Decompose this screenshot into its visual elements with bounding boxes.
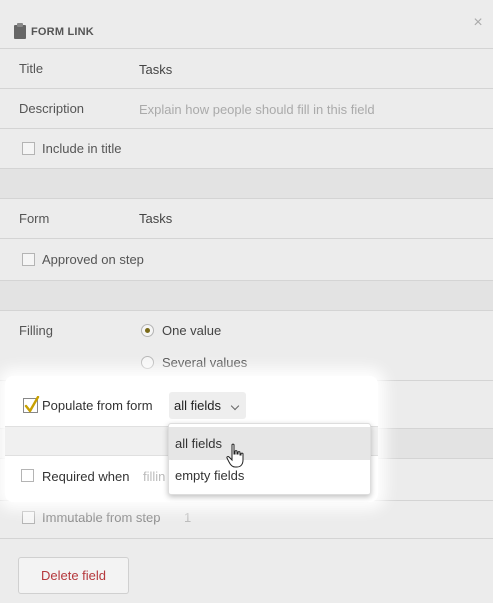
include-in-title-label: Include in title — [42, 141, 122, 156]
several-values-label: Several values — [162, 355, 248, 370]
highlighted-region: Populate from form all fields Required w… — [5, 376, 378, 502]
approved-on-step-label: Approved on step — [42, 252, 144, 267]
dialog-title: FORM LINK — [31, 26, 94, 38]
include-in-title-row: Include in title — [0, 128, 493, 168]
populate-mode-value: all fields — [174, 398, 221, 413]
approved-on-step-checkbox[interactable] — [22, 253, 35, 266]
filling-row: Filling One value Several values — [0, 310, 493, 380]
chevron-down-icon — [230, 401, 240, 411]
required-when-checkbox[interactable] — [21, 469, 34, 482]
include-in-title-checkbox[interactable] — [22, 142, 35, 155]
required-when-label: Required when — [42, 469, 130, 484]
immutable-from-step-checkbox[interactable] — [22, 511, 35, 524]
immutable-from-step-row: Immutable from step 1 — [0, 500, 493, 538]
delete-field-button[interactable]: Delete field — [18, 557, 129, 594]
one-value-radio[interactable] — [141, 324, 154, 337]
form-row: Form Tasks — [0, 198, 493, 238]
populate-mode-select[interactable]: all fields — [169, 392, 246, 419]
filling-label: Filling — [19, 323, 53, 338]
title-label: Title — [19, 61, 44, 76]
dropdown-option-all-fields[interactable]: all fields — [169, 427, 370, 460]
populate-from-form-label: Populate from form — [42, 398, 153, 413]
immutable-from-step-label: Immutable from step — [42, 510, 161, 525]
immutable-step-select[interactable]: 1 — [184, 510, 191, 525]
dialog-header: FORM LINK × — [0, 0, 493, 48]
checkmark-icon — [24, 396, 40, 413]
description-label: Description — [19, 101, 85, 116]
approved-on-step-row: Approved on step — [0, 238, 493, 280]
clipboard-icon — [14, 23, 26, 39]
title-row: Title Tasks — [0, 48, 493, 88]
close-icon[interactable]: × — [471, 15, 485, 31]
populate-from-form-checkbox[interactable] — [23, 396, 40, 413]
form-label: Form — [19, 211, 50, 226]
required-when-input[interactable]: fillin — [143, 469, 165, 484]
form-link-dialog: FORM LINK × Title Tasks Description Expl… — [0, 0, 493, 603]
several-values-radio[interactable] — [141, 356, 154, 369]
populate-mode-dropdown: all fields empty fields — [168, 423, 371, 495]
one-value-label: One value — [162, 323, 222, 338]
section-divider — [0, 168, 493, 198]
form-select[interactable]: Tasks — [139, 211, 172, 226]
dropdown-option-empty-fields[interactable]: empty fields — [169, 459, 370, 492]
description-row: Description Explain how people should fi… — [0, 88, 493, 128]
hand-cursor-icon — [226, 443, 244, 468]
title-input[interactable]: Tasks — [139, 62, 172, 77]
section-divider — [0, 280, 493, 310]
description-input[interactable]: Explain how people should fill in this f… — [139, 102, 375, 117]
